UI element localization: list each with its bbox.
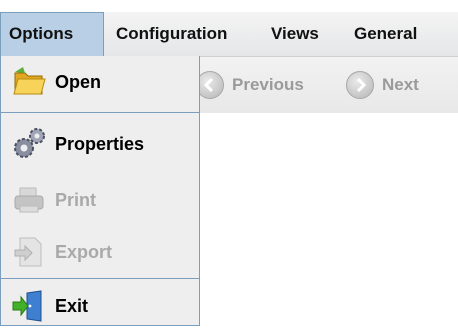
menu-views-label: Views bbox=[271, 24, 319, 43]
previous-button[interactable]: Previous bbox=[196, 67, 304, 103]
next-label: Next bbox=[382, 75, 419, 94]
previous-label: Previous bbox=[232, 75, 304, 94]
menu-separator bbox=[1, 112, 199, 113]
menu-item-exit[interactable]: Exit bbox=[1, 280, 199, 332]
menu-configuration[interactable]: Configuration bbox=[108, 12, 235, 56]
menu-item-export-label: Export bbox=[55, 241, 113, 262]
menu-item-export[interactable]: Export bbox=[1, 226, 199, 278]
gears-icon bbox=[11, 126, 47, 162]
menu-general[interactable]: General bbox=[346, 12, 425, 56]
menu-item-print-label: Print bbox=[55, 189, 97, 210]
menu-general-label: General bbox=[354, 24, 418, 43]
options-dropdown-menu: Open Properties Print Export Exit bbox=[0, 56, 200, 326]
menu-bar: Options Configuration Views General bbox=[0, 12, 458, 57]
right-arrow-circle-icon bbox=[346, 71, 374, 99]
left-arrow-circle-icon bbox=[196, 71, 224, 99]
toolbar: Previous Next bbox=[196, 57, 458, 113]
menu-item-open-label: Open bbox=[55, 71, 102, 92]
exit-door-icon bbox=[11, 288, 47, 324]
menu-separator bbox=[1, 278, 199, 279]
folder-icon bbox=[11, 64, 47, 100]
menu-item-open[interactable]: Open bbox=[1, 56, 199, 108]
export-icon bbox=[11, 234, 47, 270]
menu-item-print[interactable]: Print bbox=[1, 174, 199, 226]
menu-configuration-label: Configuration bbox=[116, 24, 228, 43]
menu-options-label: Options bbox=[9, 24, 74, 43]
menu-item-exit-label: Exit bbox=[55, 295, 89, 316]
printer-icon bbox=[11, 182, 47, 218]
menu-item-properties[interactable]: Properties bbox=[1, 118, 199, 170]
window-top-strip bbox=[0, 0, 458, 12]
menu-options[interactable]: Options bbox=[0, 12, 104, 56]
menu-item-properties-label: Properties bbox=[55, 133, 145, 154]
menu-views[interactable]: Views bbox=[263, 12, 327, 56]
next-button[interactable]: Next bbox=[346, 67, 419, 103]
